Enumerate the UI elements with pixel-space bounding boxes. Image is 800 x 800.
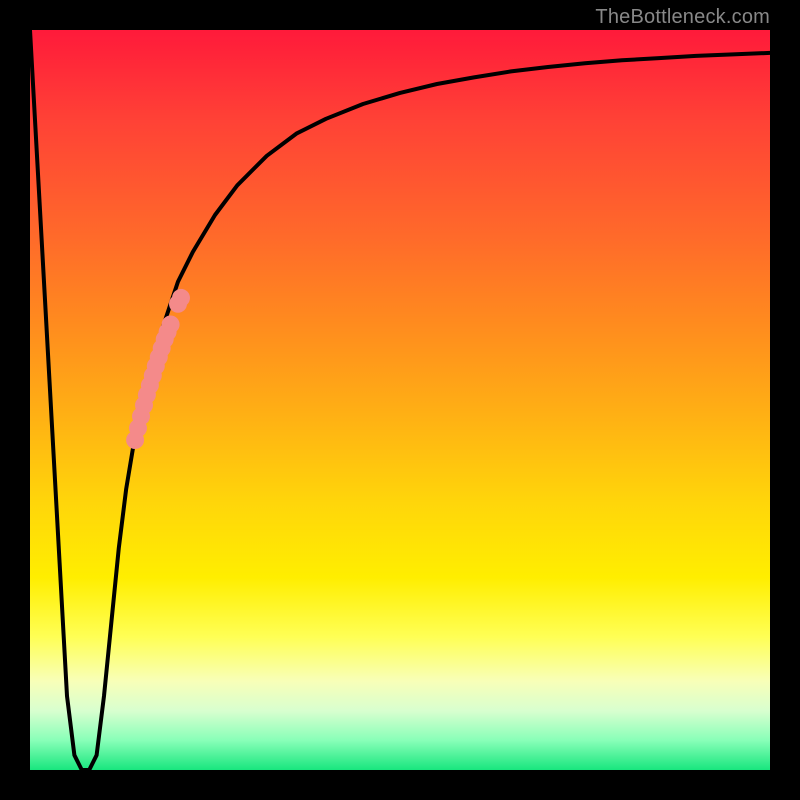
watermark-text: TheBottleneck.com [595, 6, 770, 29]
curve-layer [30, 30, 770, 770]
chart-frame: TheBottleneck.com [0, 0, 800, 800]
highlight-dot [162, 316, 180, 334]
highlight-markers [126, 289, 190, 449]
plot-area [30, 30, 770, 770]
highlight-dot [172, 289, 190, 307]
